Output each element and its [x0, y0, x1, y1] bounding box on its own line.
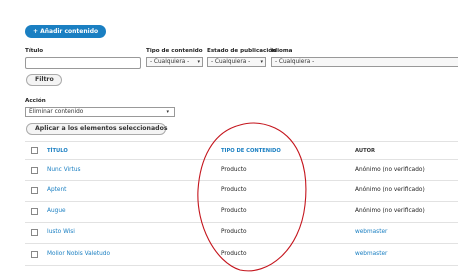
annotation-oval — [197, 122, 307, 272]
annotation-oval-path — [197, 122, 307, 272]
